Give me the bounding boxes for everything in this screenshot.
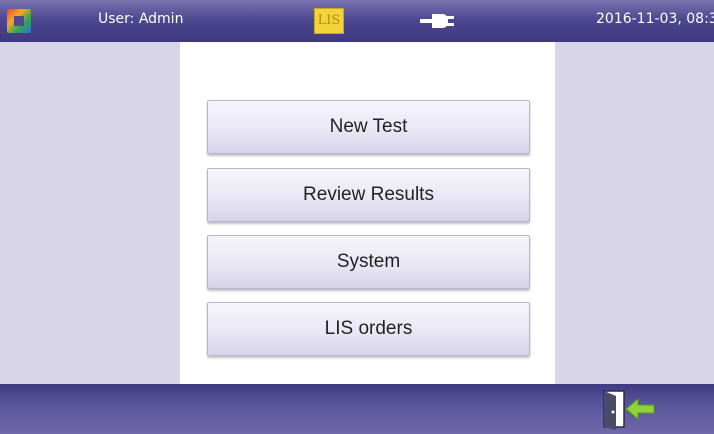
datetime-display: 2016-11-03, 08:30 bbox=[596, 11, 714, 27]
right-side-panel bbox=[555, 42, 714, 384]
user-label: User: Admin bbox=[98, 11, 184, 27]
system-button[interactable]: System bbox=[207, 235, 530, 289]
new-test-button[interactable]: New Test bbox=[207, 100, 530, 154]
left-side-panel bbox=[0, 42, 180, 384]
exit-door-icon[interactable] bbox=[598, 388, 662, 430]
review-results-button[interactable]: Review Results bbox=[207, 168, 530, 222]
lis-orders-button[interactable]: LIS orders bbox=[207, 302, 530, 356]
power-plug-icon bbox=[420, 14, 454, 28]
lis-status-badge: LIS bbox=[314, 8, 344, 34]
top-status-bar: User: Admin LIS 2016-11-03, 08:30 bbox=[0, 0, 714, 42]
app-logo-icon bbox=[7, 9, 31, 33]
